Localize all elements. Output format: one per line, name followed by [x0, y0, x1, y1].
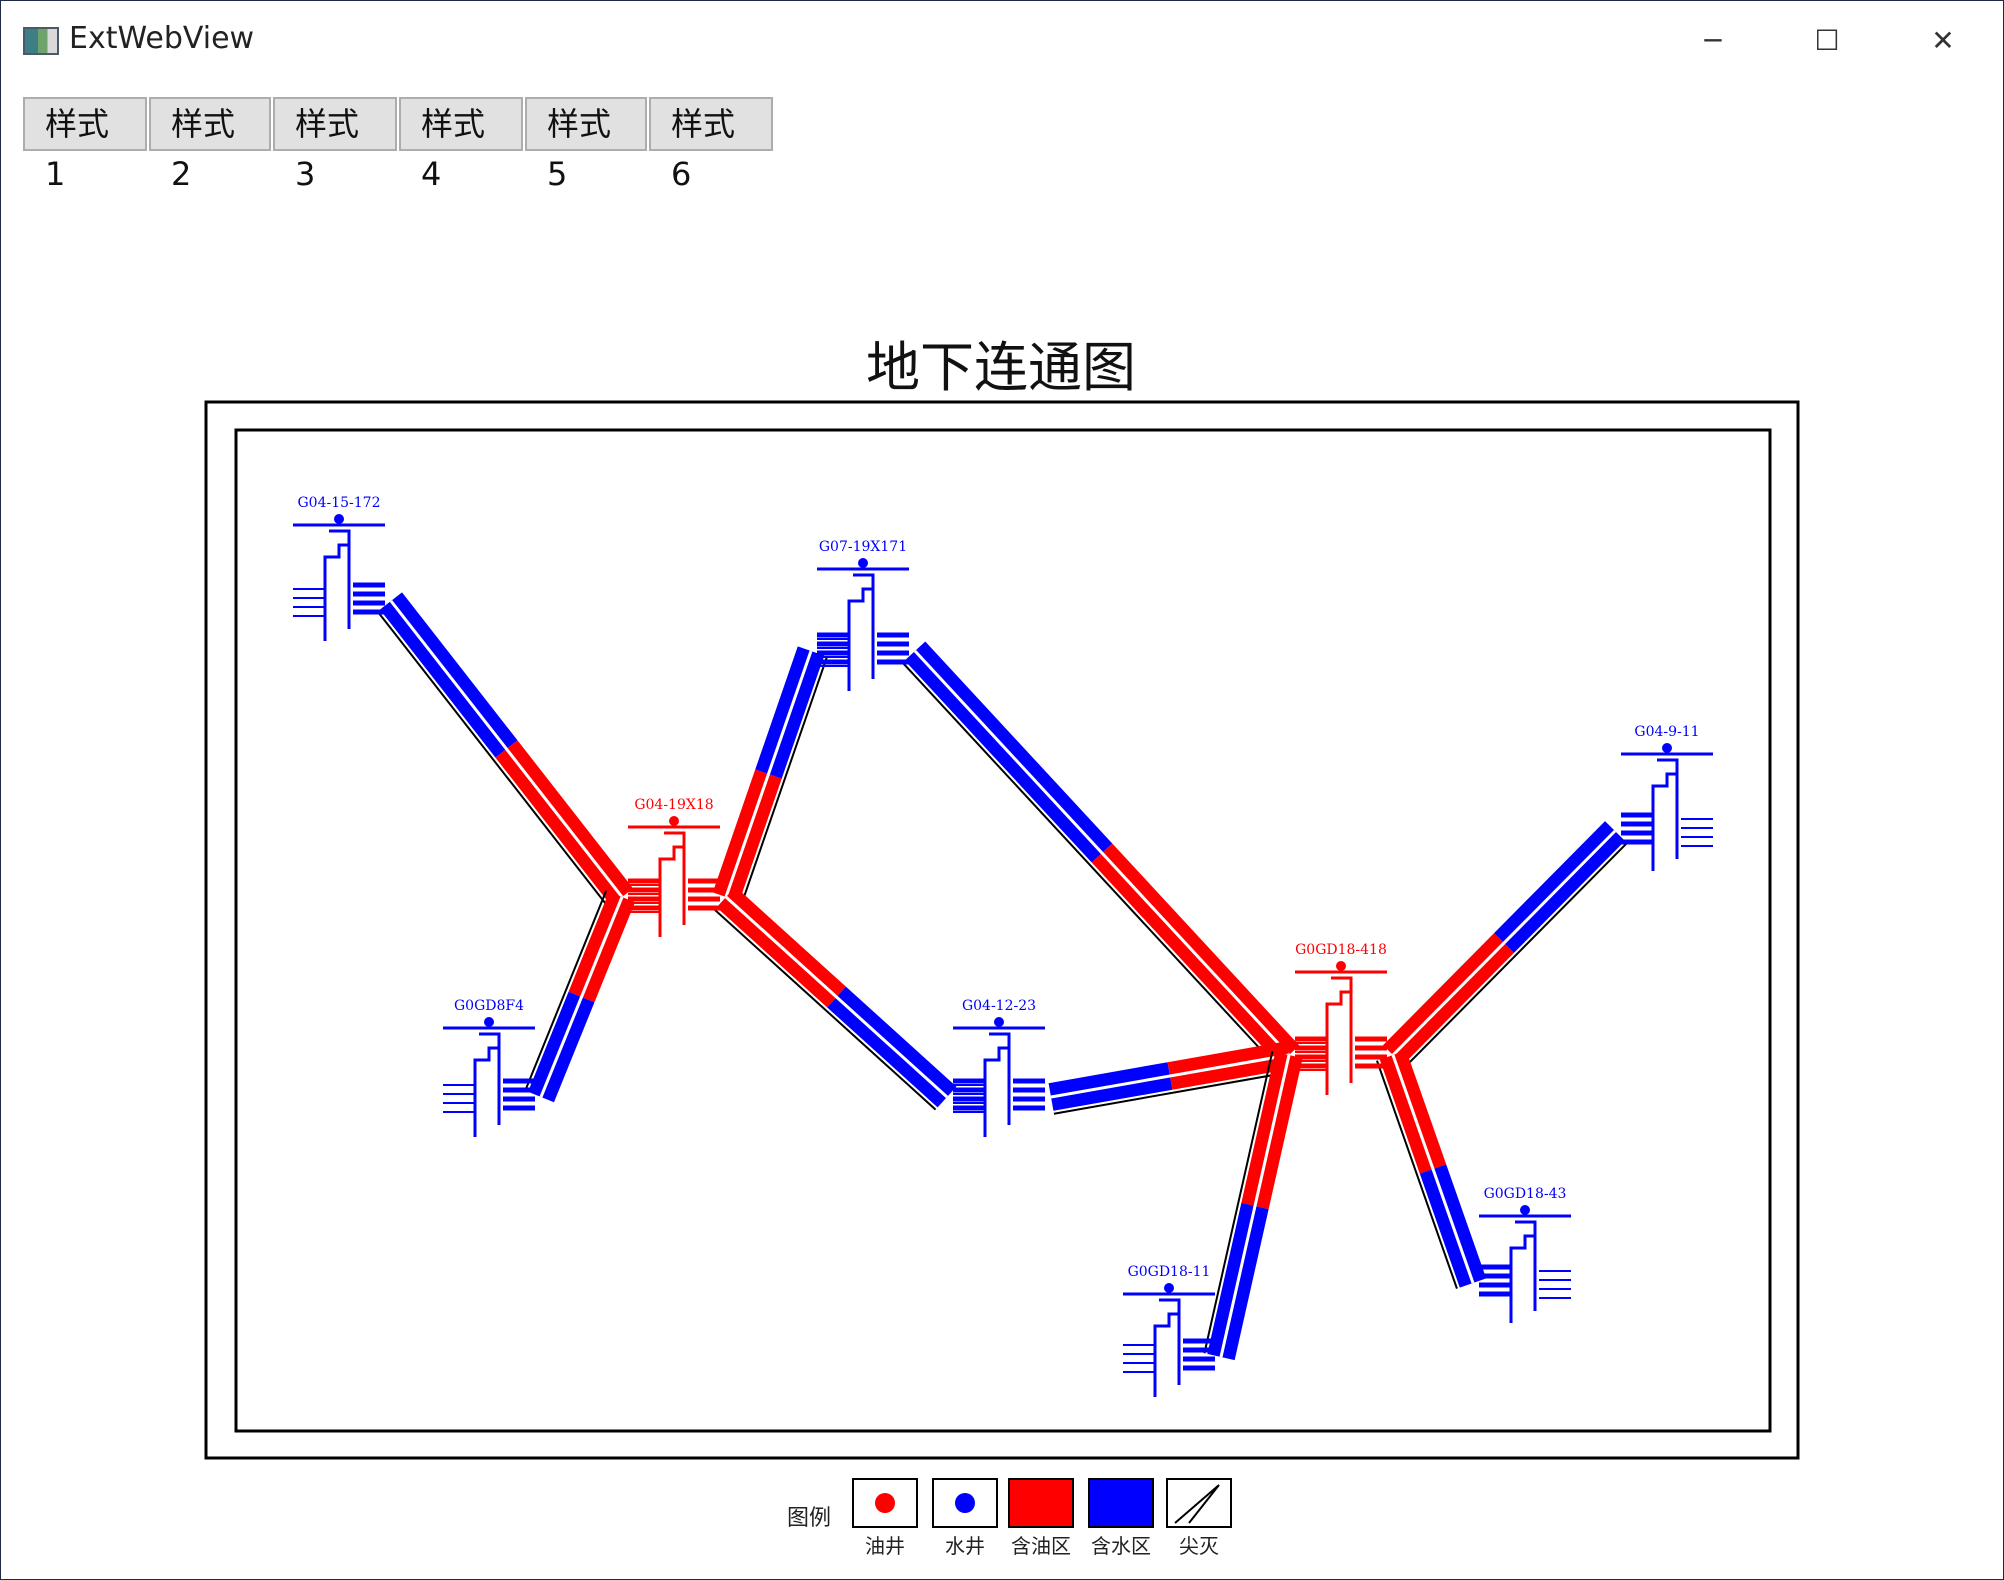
well-zone-bands — [628, 878, 720, 913]
well-label: G0GD18-418 — [1295, 942, 1387, 958]
well-zone-bands — [1479, 1264, 1571, 1299]
well-label: G0GD18-43 — [1484, 1186, 1567, 1202]
connection-gap-line — [1391, 1054, 1475, 1284]
well-G04-19X18: G04-19X18 — [628, 797, 720, 937]
well-G07-19X171: G07-19X171 — [817, 539, 909, 691]
chart-title: 地下连通图 — [866, 336, 1136, 399]
legend-item-water-zone: 含水区 — [1088, 1478, 1154, 1558]
connection-gap-line — [1050, 1053, 1290, 1099]
well-marker — [669, 816, 679, 826]
legend-label: 含水区 — [1091, 1534, 1151, 1558]
legend-item-pinch-out: 尖灭 — [1166, 1478, 1232, 1558]
legend-title: 图例 — [787, 1506, 831, 1531]
connection-gap-line — [724, 895, 949, 1099]
legend-item-oil-zone: 含油区 — [1008, 1478, 1074, 1558]
well-zone-bands — [1123, 1338, 1215, 1373]
connection-gap-line — [539, 896, 624, 1098]
well-label: G0GD8F4 — [454, 998, 524, 1014]
legend-swatch — [1088, 1478, 1154, 1528]
outer-frame — [204, 400, 1800, 1460]
legend-label: 尖灭 — [1179, 1534, 1219, 1558]
wellbore-symbol — [1153, 1298, 1181, 1397]
well-marker — [1662, 743, 1672, 753]
well-label: G0GD18-11 — [1128, 1264, 1211, 1280]
connection-edge-line — [713, 908, 937, 1111]
connection-edge-line — [901, 661, 1278, 1068]
well-label: G04-15-172 — [298, 495, 381, 511]
legend-swatch — [1008, 1478, 1074, 1528]
app-window: ExtWebView ─ ☐ ✕ 样式1 样式2 样式3 样式4 样式5 样式6… — [0, 0, 2004, 1580]
wellbore-symbol — [1509, 1220, 1537, 1323]
legend-label: 含油区 — [1011, 1534, 1071, 1558]
well-marker — [1164, 1283, 1174, 1293]
wellbore-symbol — [473, 1032, 501, 1137]
connection-edge-line — [1404, 842, 1628, 1068]
well-G0GD18-418: G0GD18-418 — [1295, 942, 1387, 1095]
well-marker — [484, 1017, 494, 1027]
well-marker — [858, 558, 868, 568]
connection-gap-line — [913, 649, 1291, 1057]
connection-edge-line — [376, 610, 610, 909]
well-label: G04-12-23 — [962, 998, 1036, 1014]
connections-layer — [376, 592, 1628, 1361]
well-label: G04-19X18 — [634, 797, 713, 813]
well-label: G04-9-11 — [1634, 724, 1699, 740]
well-zone-bands — [953, 1078, 1045, 1113]
well-marker — [1520, 1205, 1530, 1215]
connection-gap-line — [1391, 829, 1617, 1057]
connection-G04-19X18-to-G04-12-23 — [713, 886, 957, 1111]
connection-G04-19X18-to-G07-19X171 — [712, 646, 829, 903]
connection-G04-15-172-to-G04-19X18 — [376, 592, 634, 909]
connection-gap-line — [1219, 1054, 1291, 1358]
wellbore-symbol — [323, 529, 351, 641]
wellbore-symbol — [1651, 758, 1679, 871]
well-zone-bands — [817, 632, 909, 667]
well-G0GD18-11: G0GD18-11 — [1123, 1264, 1215, 1397]
connectivity-diagram: 地下连通图 G04-15-172 G07-19X171 G04-19X18 G0GD8… — [204, 336, 1800, 1558]
well-zone-bands — [443, 1078, 535, 1113]
well-G04-15-172: G04-15-172 — [293, 495, 385, 641]
legend-well-dot — [955, 1493, 975, 1513]
legend-label: 油井 — [865, 1534, 905, 1558]
legend-item-oil-well: 油井 — [852, 1478, 918, 1558]
legend-well-dot — [875, 1493, 895, 1513]
well-marker — [994, 1017, 1004, 1027]
connection-gap-line — [724, 650, 813, 898]
well-label: G07-19X171 — [819, 539, 907, 555]
connection-G0GD18-418-to-G04-9-11 — [1383, 821, 1628, 1068]
connection-gap-line — [389, 600, 624, 898]
wellbore-symbol — [658, 831, 686, 937]
well-G04-9-11: G04-9-11 — [1621, 724, 1713, 871]
connection-G0GD18-418-to-G0GD18-43 — [1376, 1050, 1487, 1289]
well-marker — [1336, 961, 1346, 971]
well-G0GD8F4: G0GD8F4 — [443, 998, 535, 1137]
well-G04-12-23: G04-12-23 — [953, 998, 1045, 1137]
wellbore-symbol — [847, 573, 875, 691]
well-zone-bands — [1295, 1036, 1387, 1071]
wellbore-symbol — [1325, 976, 1353, 1095]
well-zone-bands — [1621, 812, 1713, 847]
connection-G04-19X18-to-G0GD8F4 — [524, 890, 635, 1103]
well-marker — [334, 514, 344, 524]
wellbore-symbol — [983, 1032, 1011, 1137]
legend-item-water-well: 水井 — [932, 1478, 998, 1558]
legend: 图例 油井 水井 含油区 含水区 尖灭 — [787, 1478, 1232, 1558]
well-G0GD18-43: G0GD18-43 — [1479, 1186, 1571, 1323]
connection-G04-12-23-to-G0GD18-418 — [1048, 1041, 1293, 1115]
well-zone-bands — [293, 582, 385, 617]
legend-label: 水井 — [945, 1534, 985, 1558]
connection-G0GD18-418-to-G0GD18-11 — [1203, 1051, 1303, 1361]
